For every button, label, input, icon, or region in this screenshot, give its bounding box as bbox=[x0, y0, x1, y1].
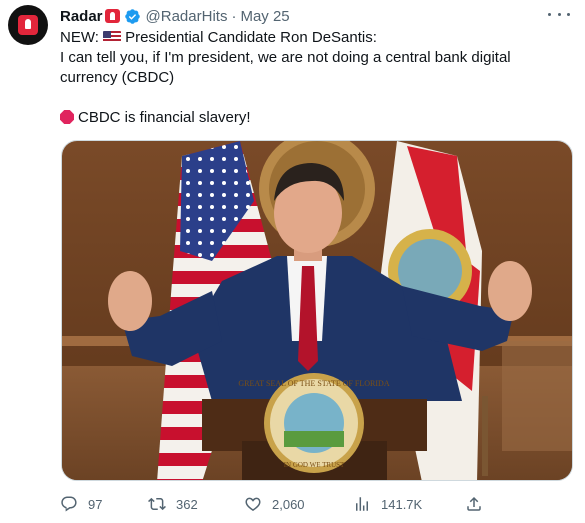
podium-seal-bottom-text: IN GOD WE TRUST bbox=[284, 461, 345, 469]
author-handle[interactable]: @RadarHits bbox=[146, 8, 228, 25]
avatar[interactable] bbox=[8, 5, 48, 45]
verified-badge-icon bbox=[124, 8, 140, 24]
us-flag-icon bbox=[103, 31, 122, 43]
tweet-line-3: CBDC is financial slavery! bbox=[60, 108, 565, 128]
tweet-date[interactable]: May 25 bbox=[240, 8, 289, 25]
photo-scene: GREAT SEAL OF THE STATE OF FLORIDA IN GO… bbox=[62, 141, 572, 480]
share-icon bbox=[467, 496, 481, 511]
tweet-photo[interactable]: GREAT SEAL OF THE STATE OF FLORIDA IN GO… bbox=[61, 140, 573, 481]
reply-count: 97 bbox=[88, 496, 103, 512]
stop-sign-icon bbox=[60, 110, 74, 124]
tweet-line-1-rest: Presidential Candidate Ron DeSantis: bbox=[125, 29, 377, 46]
tweet-text: NEW: Presidential Candidate Ron DeSantis… bbox=[60, 28, 565, 128]
like-button[interactable]: 2,060 bbox=[244, 494, 305, 514]
views-count: 141.7K bbox=[381, 496, 423, 512]
share-button[interactable] bbox=[465, 494, 483, 514]
tweet[interactable]: Radar @RadarHits · May 25 NEW: President… bbox=[0, 0, 585, 523]
tweet-line-2: I can tell you, if I'm president, we are… bbox=[60, 49, 511, 86]
tweet-line-1: NEW: Presidential Candidate Ron DeSantis… bbox=[60, 28, 565, 48]
like-count: 2,060 bbox=[272, 496, 305, 512]
siren-emoji-icon bbox=[104, 9, 120, 23]
siren-icon bbox=[18, 15, 38, 35]
retweet-button[interactable]: 362 bbox=[148, 494, 198, 514]
more-options-icon[interactable] bbox=[548, 6, 570, 22]
views-button[interactable]: 141.7K bbox=[353, 494, 422, 514]
author-name[interactable]: Radar bbox=[60, 8, 103, 25]
podium-seal-top-text: GREAT SEAL OF THE STATE OF FLORIDA bbox=[238, 379, 389, 388]
views-chart-icon bbox=[356, 497, 368, 511]
reply-button[interactable]: 97 bbox=[60, 494, 102, 514]
separator: · bbox=[231, 7, 237, 25]
tweet-line-1-prefix: NEW: bbox=[60, 29, 99, 46]
tweet-actions: 97 362 2,060 141.7K bbox=[60, 494, 500, 514]
heart-icon bbox=[245, 497, 261, 511]
tweet-header: Radar @RadarHits · May 25 bbox=[60, 6, 290, 26]
retweet-count: 362 bbox=[176, 496, 198, 512]
retweet-icon bbox=[148, 497, 166, 511]
reply-icon bbox=[61, 496, 77, 512]
